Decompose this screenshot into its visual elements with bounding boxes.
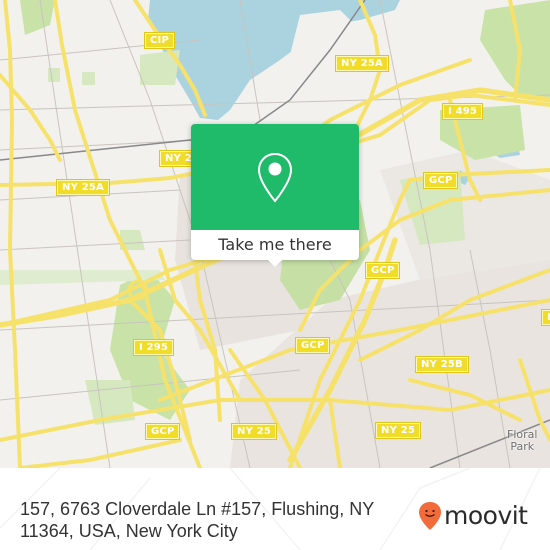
road-shield-i495: I 495 xyxy=(441,103,484,120)
address-text: 157, 6763 Cloverdale Ln #157, Flushing, … xyxy=(20,499,374,541)
take-me-there-label: Take me there xyxy=(218,235,332,254)
road-shield-ny25a: NY 25A xyxy=(335,55,389,72)
place-label-floral-park: Floral Park xyxy=(507,428,538,453)
road-shield-i295: I 295 xyxy=(132,339,175,356)
road-shield-gcp: GCP xyxy=(294,337,331,354)
road-shield-ny25: NY 25 xyxy=(374,422,422,439)
map-pin-icon xyxy=(257,152,293,203)
road-shield-gcp: GCP xyxy=(144,423,181,440)
road-shield-ny25b: NY 25B xyxy=(415,356,469,373)
road-shield-cip: CIP xyxy=(144,32,175,49)
popup-header xyxy=(191,124,359,230)
road-shield-ny25: NY 25 xyxy=(230,423,278,440)
popup-tail xyxy=(268,260,282,267)
road-shield-partial: N xyxy=(541,309,550,326)
moovit-logo[interactable]: moovit xyxy=(418,499,528,533)
map-view[interactable]: CIP NY 25A NY 25A NY 25A I 495 GCP GCP G… xyxy=(0,0,550,468)
moovit-wordmark: moovit xyxy=(444,501,528,530)
location-popup: Take me there xyxy=(191,124,359,267)
road-shield-ny25a: NY 25A xyxy=(56,179,110,196)
road-shield-gcp: GCP xyxy=(364,262,401,279)
moovit-pin-smile-icon xyxy=(419,502,441,530)
road-shield-gcp: GCP xyxy=(422,172,459,189)
take-me-there-button[interactable]: Take me there xyxy=(191,230,359,260)
